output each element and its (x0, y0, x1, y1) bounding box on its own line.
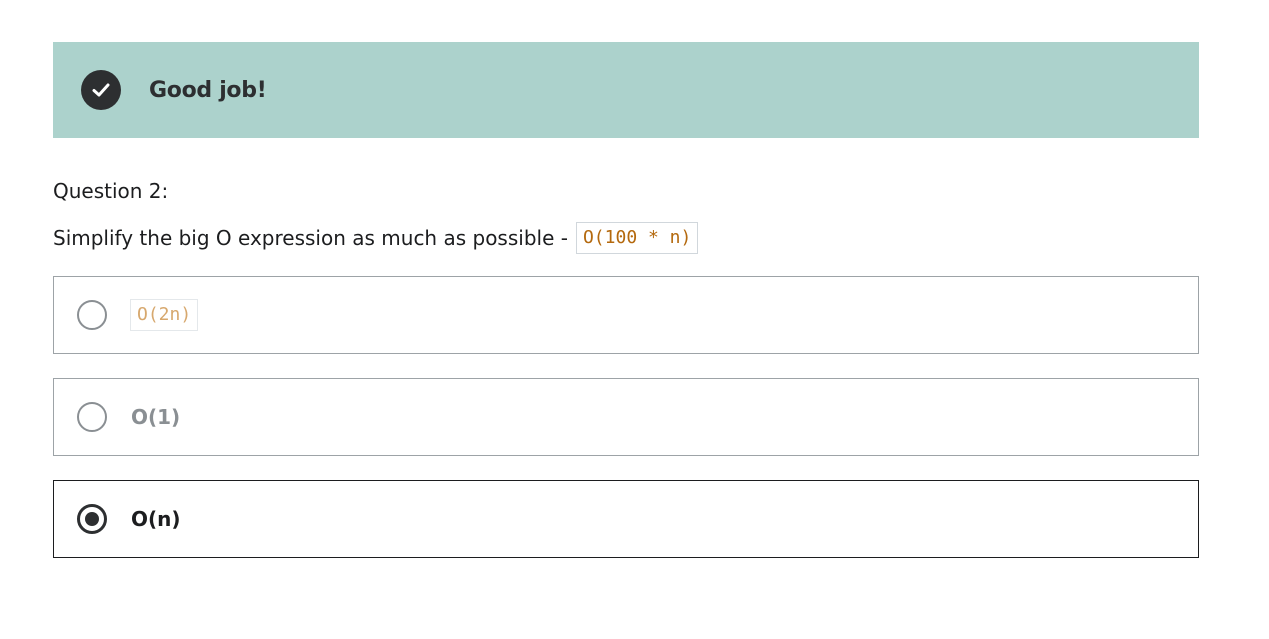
check-circle-icon (81, 70, 121, 110)
answer-option-1[interactable]: O(2n) (53, 276, 1199, 354)
radio-button-selected[interactable] (77, 504, 107, 534)
question-title: Question 2: (53, 179, 169, 203)
radio-button[interactable] (77, 300, 107, 330)
radio-dot-icon (85, 512, 99, 526)
question-prompt-text: Simplify the big O expression as much as… (53, 226, 568, 250)
answer-option-3[interactable]: O(n) (53, 480, 1199, 558)
question-prompt: Simplify the big O expression as much as… (53, 222, 1199, 254)
feedback-message: Good job! (149, 77, 267, 103)
radio-button[interactable] (77, 402, 107, 432)
answer-option-label: O(2n) (130, 299, 199, 331)
answer-option-label: O(1) (131, 405, 181, 429)
question-expression: O(100 * n) (575, 222, 699, 254)
answer-option-2[interactable]: O(1) (53, 378, 1199, 456)
quiz-container: Good job! Question 2: Simplify the big O… (53, 42, 1199, 558)
feedback-banner: Good job! (53, 42, 1199, 138)
answer-option-label: O(n) (131, 507, 181, 531)
